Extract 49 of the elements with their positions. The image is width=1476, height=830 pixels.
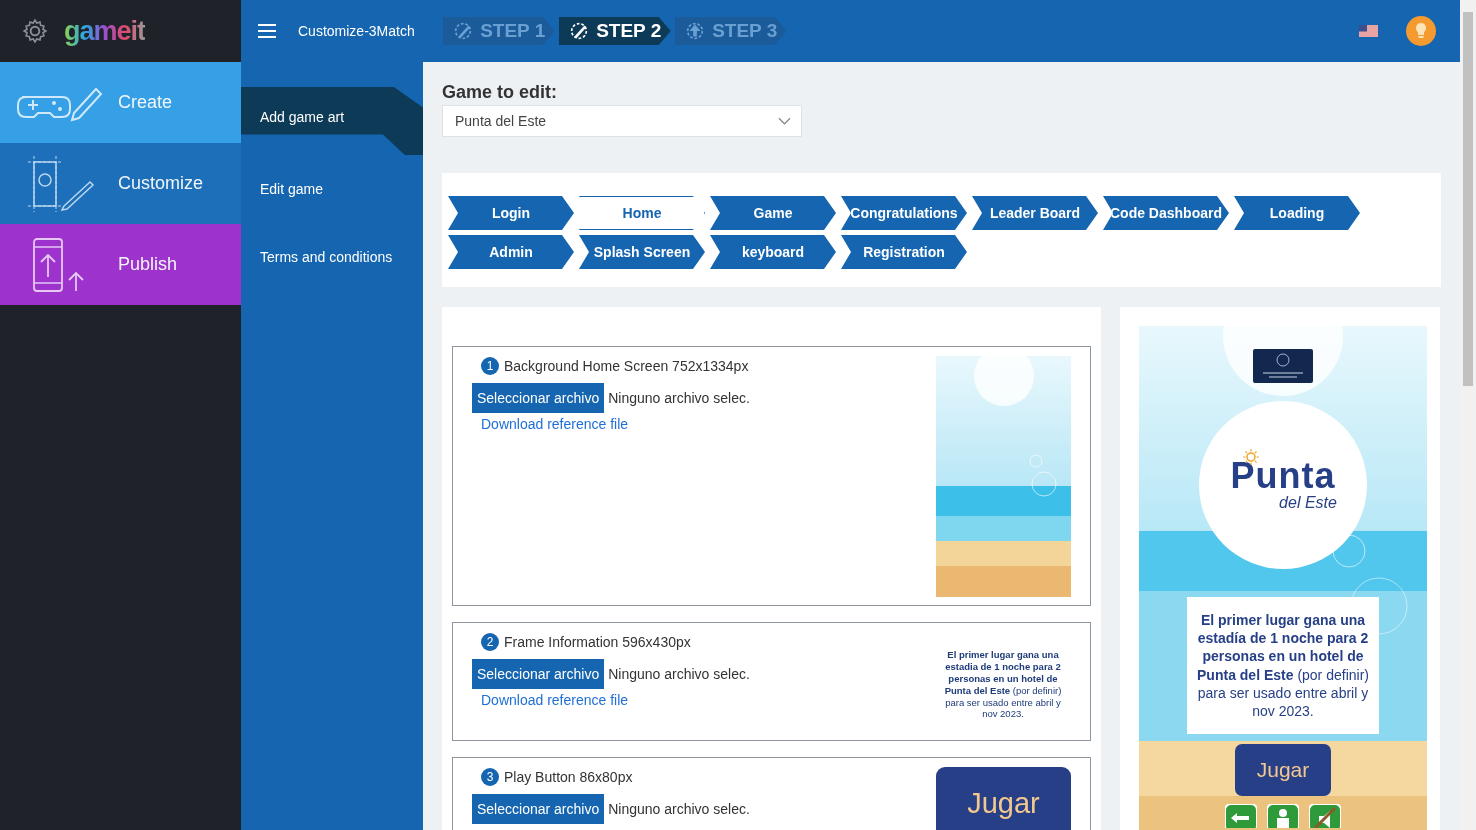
choose-file-button[interactable]: Seleccionar archivo <box>472 659 605 689</box>
flag-icon[interactable] <box>1359 25 1378 37</box>
project-title: Customize-3Match <box>298 23 415 39</box>
sub-nav-item[interactable]: Terms and conditions <box>241 223 423 291</box>
mute-icon <box>1309 804 1341 829</box>
screen-tab[interactable]: Splash Screen <box>579 235 705 269</box>
screen-tab[interactable]: Login <box>448 196 574 230</box>
asset-title: Background Home Screen 752x1334px <box>504 358 749 374</box>
field-label: Game to edit: <box>442 82 558 103</box>
choose-file-button[interactable]: Seleccionar archivo <box>472 794 605 824</box>
screen-tab[interactable]: Leader Board <box>972 196 1098 230</box>
chevron-down-icon <box>778 117 791 125</box>
logo-subtitle: del Este <box>1279 494 1337 512</box>
screen-tab[interactable]: Congratulations <box>841 196 967 230</box>
scrollbar[interactable] <box>1460 0 1476 830</box>
game-select[interactable]: Punta del Este <box>442 105 802 137</box>
step-number: 3 <box>481 768 499 786</box>
menu-icon[interactable] <box>258 24 276 38</box>
file-status: Ninguno archivo selec. <box>608 801 750 817</box>
screen-tab[interactable]: Home <box>579 196 705 230</box>
frame-preview-text: El primer lugar gana una estadia de 1 noche para 2 personas en un hotel de Punta del Este (por definir) para ser usado entre abril y nov 2023. <box>943 649 1063 722</box>
step-tab[interactable]: STEP 2 <box>558 17 671 45</box>
settings-icon[interactable] <box>22 18 48 44</box>
sub-nav-item[interactable]: Edit game <box>241 155 423 223</box>
screen-tab[interactable]: Loading <box>1234 196 1360 230</box>
choose-file-button[interactable]: Seleccionar archivo <box>472 383 605 413</box>
step-number: 1 <box>481 357 499 375</box>
person-icon <box>1267 804 1299 829</box>
download-link[interactable]: Download reference file <box>481 416 750 432</box>
file-status: Ninguno archivo selec. <box>608 666 750 682</box>
back-arrow-icon <box>1225 804 1257 829</box>
screen-tab[interactable]: keyboard <box>710 235 836 269</box>
asset-title: Frame Information 596x430px <box>504 634 691 650</box>
hotel-logo-icon <box>1253 349 1313 383</box>
play-button-preview: Jugar <box>936 767 1071 830</box>
screen-tab[interactable]: Game <box>710 196 836 230</box>
prize-message: El primer lugar gana una estadía de 1 noche para 2 personas en un hotel de Punta del Este (por definir) para ser usado entre abril y nov 2023. <box>1187 597 1379 735</box>
sub-nav-item[interactable]: Add game art <box>241 87 423 155</box>
download-link[interactable]: Download reference file <box>481 692 750 708</box>
logo-title: Punta <box>1230 458 1336 494</box>
step-number: 2 <box>481 633 499 651</box>
file-status: Ninguno archivo selec. <box>608 390 750 406</box>
main-nav-item[interactable]: Publish <box>0 224 241 305</box>
screen-tab[interactable]: Admin <box>448 235 574 269</box>
asset-title: Play Button 86x80px <box>504 769 633 785</box>
avatar-icon[interactable] <box>1406 16 1436 46</box>
main-nav-item[interactable]: Customize <box>0 143 241 224</box>
screen-tab[interactable]: Registration <box>841 235 967 269</box>
screen-tab[interactable]: Code Dashboard <box>1103 196 1229 230</box>
